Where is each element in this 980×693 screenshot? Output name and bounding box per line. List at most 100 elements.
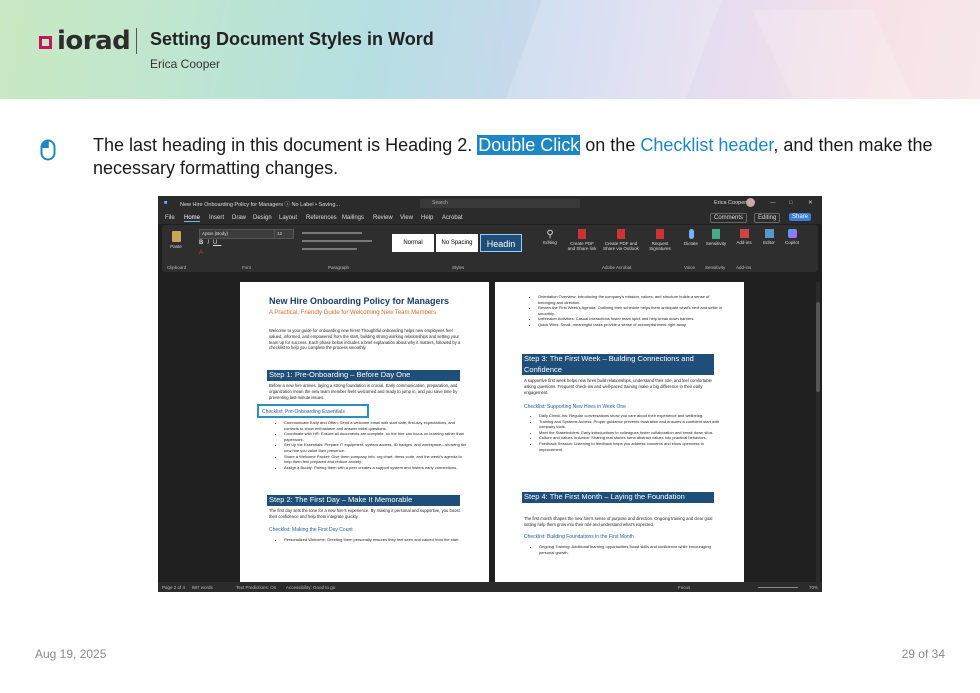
- sensitivity-button[interactable]: Sensitivity: [704, 229, 728, 246]
- list-item: Training and Systems Access: Proper guid…: [539, 419, 725, 430]
- style-normal[interactable]: Normal: [392, 234, 434, 252]
- checklist-2-list: Personalized Welcome: Greeting them pers…: [275, 537, 470, 543]
- list-item: Ongoing Training: Additional learning op…: [539, 544, 725, 555]
- heading-step-3[interactable]: Step 3: The First Week – Building Connec…: [522, 354, 714, 375]
- accessibility-status[interactable]: Accessibility: Good to go: [286, 585, 335, 590]
- heading-step-4[interactable]: Step 4: The First Month – Laying the Fou…: [522, 492, 714, 503]
- ribbon-tabs: File Home Insert Draw Design Layout Refe…: [158, 211, 822, 224]
- page-count[interactable]: Page 2 of 4: [162, 585, 185, 590]
- dictate-button[interactable]: Dictate: [682, 229, 700, 246]
- font-name-select[interactable]: Aptos (Body): [199, 229, 275, 239]
- tab-mailings[interactable]: Mailings: [342, 215, 364, 221]
- checklist-first-day-heading[interactable]: Checklist: Making the First Day Count: [269, 527, 353, 533]
- tab-layout[interactable]: Layout: [279, 215, 297, 221]
- editing-mode-button[interactable]: Editing: [754, 213, 781, 223]
- list-item: Review the First Week's Agenda: Outlinin…: [538, 305, 726, 316]
- share-button[interactable]: Share: [789, 213, 812, 221]
- heading-step-1[interactable]: Step 1: Pre-Onboarding – Before Day One: [267, 370, 460, 381]
- minimize-icon[interactable]: —: [770, 200, 776, 206]
- step-instruction: The last heading in this document is Hea…: [93, 134, 943, 180]
- font-format-buttons[interactable]: BIU: [199, 240, 221, 246]
- clipboard-icon: [171, 231, 181, 242]
- group-add-ins: Add-ins: [736, 265, 752, 270]
- paste-button[interactable]: Paste: [168, 231, 184, 249]
- style-heading[interactable]: Headin: [480, 234, 522, 252]
- zoom-level[interactable]: 70%: [809, 585, 818, 590]
- checklist-3-list: Daily Check-Ins: Regular conversations s…: [530, 413, 725, 452]
- editing-button[interactable]: ⚲ Editing: [540, 229, 560, 245]
- scrollbar-thumb[interactable]: [816, 302, 820, 392]
- checklist-4-list: Ongoing Training: Additional learning op…: [530, 544, 725, 555]
- checklist-pre-onboarding-heading[interactable]: Checklist: Pre-Onboarding Essentials: [262, 409, 345, 415]
- editing-label: Editing: [543, 240, 557, 245]
- instruction-text: The last heading in this document is Hea…: [93, 135, 478, 155]
- tab-file[interactable]: File: [165, 215, 175, 221]
- author-name: Erica Cooper: [150, 57, 221, 71]
- copilot-label: Copilot: [784, 240, 799, 245]
- comments-button[interactable]: Comments: [710, 213, 748, 223]
- add-ins-button[interactable]: Add-ins: [734, 229, 754, 245]
- tab-help[interactable]: Help: [421, 215, 433, 221]
- checklist-first-month-heading[interactable]: Checklist: Building Foundations in the F…: [524, 534, 634, 540]
- focus-button[interactable]: Focus: [678, 585, 690, 590]
- group-font: Font: [242, 265, 252, 270]
- instruction-text: on the: [580, 135, 641, 155]
- target-link[interactable]: Checklist header: [640, 135, 773, 155]
- logo-text: iorad: [57, 26, 131, 56]
- tab-home[interactable]: Home: [184, 215, 201, 222]
- heading-step-2[interactable]: Step 2: The First Day – Make It Memorabl…: [267, 495, 460, 506]
- list-item: Coordinate with HR: Ensure all documents…: [284, 431, 470, 442]
- pdf-icon: [617, 229, 625, 239]
- home-ribbon: Paste Aptos (Body) 12 BIU A Normal No Sp…: [162, 225, 818, 272]
- tab-references[interactable]: References: [306, 215, 337, 221]
- search-box[interactable]: Search: [420, 199, 580, 208]
- group-adobe-acrobat: Adobe Acrobat: [602, 265, 632, 270]
- request-signatures-button[interactable]: Request Signatures: [646, 229, 674, 251]
- vertical-scrollbar[interactable]: [816, 282, 820, 582]
- editor-label: Editor: [763, 240, 775, 245]
- create-pdf-share-button[interactable]: Create PDF and Share link: [567, 229, 597, 251]
- tab-design[interactable]: Design: [253, 215, 272, 221]
- avatar[interactable]: [746, 198, 755, 207]
- document-page-right: Orientation Overview: Introducing the co…: [495, 282, 744, 582]
- signature-icon: [656, 229, 664, 239]
- paragraph-controls[interactable]: [302, 229, 377, 257]
- editor-button[interactable]: Editor: [760, 229, 778, 245]
- mouse-click-icon: [40, 139, 56, 166]
- font-color-icon[interactable]: A: [199, 250, 203, 256]
- tab-view[interactable]: View: [400, 215, 413, 221]
- zoom-slider[interactable]: [758, 587, 798, 588]
- word-app-icon: ■: [164, 200, 168, 206]
- header-banner: iorad Setting Document Styles in Word Er…: [0, 0, 980, 99]
- list-item: Assign a Buddy: Pairing them with a peer…: [284, 465, 470, 471]
- dictate-label: Dictate: [683, 241, 698, 246]
- font-size-select[interactable]: 12: [274, 229, 294, 239]
- checklist-week-one-heading[interactable]: Checklist: Supporting New Hires in Week …: [524, 404, 626, 410]
- user-name: Erica Cooper: [714, 200, 747, 206]
- banner-decoration: [490, 0, 730, 99]
- tab-draw[interactable]: Draw: [232, 215, 246, 221]
- word-count[interactable]: 887 words: [192, 585, 213, 590]
- copilot-button[interactable]: Copilot: [782, 229, 802, 245]
- paste-label: Paste: [170, 244, 182, 249]
- logo-square-icon: [39, 36, 52, 49]
- document-subtitle: A Practical, Friendly Guide for Welcomin…: [269, 310, 437, 316]
- magnifier-icon: ⚲: [546, 229, 554, 240]
- create-pdf-outlook-button[interactable]: Create PDF and Share via Outlook: [602, 229, 640, 251]
- word-screenshot: ■ New Hire Onboarding Policy for Manager…: [158, 196, 822, 592]
- banner-decoration: [752, 10, 928, 99]
- text-predictions-status[interactable]: Text Predictions: On: [236, 585, 276, 590]
- style-no-spacing[interactable]: No Spacing: [436, 234, 478, 252]
- status-bar: Page 2 of 4 887 words Text Predictions: …: [158, 582, 822, 592]
- list-item: Daily Check-Ins: Regular conversations s…: [539, 413, 725, 419]
- tab-review[interactable]: Review: [373, 215, 393, 221]
- close-icon[interactable]: ✕: [808, 200, 813, 206]
- grid-icon: [739, 229, 749, 238]
- pdf-icon: [578, 229, 586, 239]
- request-signatures-label: Request Signatures: [649, 241, 671, 251]
- checklist-header-target[interactable]: Checklist: Pre-Onboarding Essentials: [257, 404, 369, 418]
- tab-insert[interactable]: Insert: [209, 215, 224, 221]
- tab-acrobat[interactable]: Acrobat: [442, 215, 463, 221]
- document-title-heading: New Hire Onboarding Policy for Managers: [269, 296, 450, 306]
- maximize-icon[interactable]: □: [789, 200, 792, 206]
